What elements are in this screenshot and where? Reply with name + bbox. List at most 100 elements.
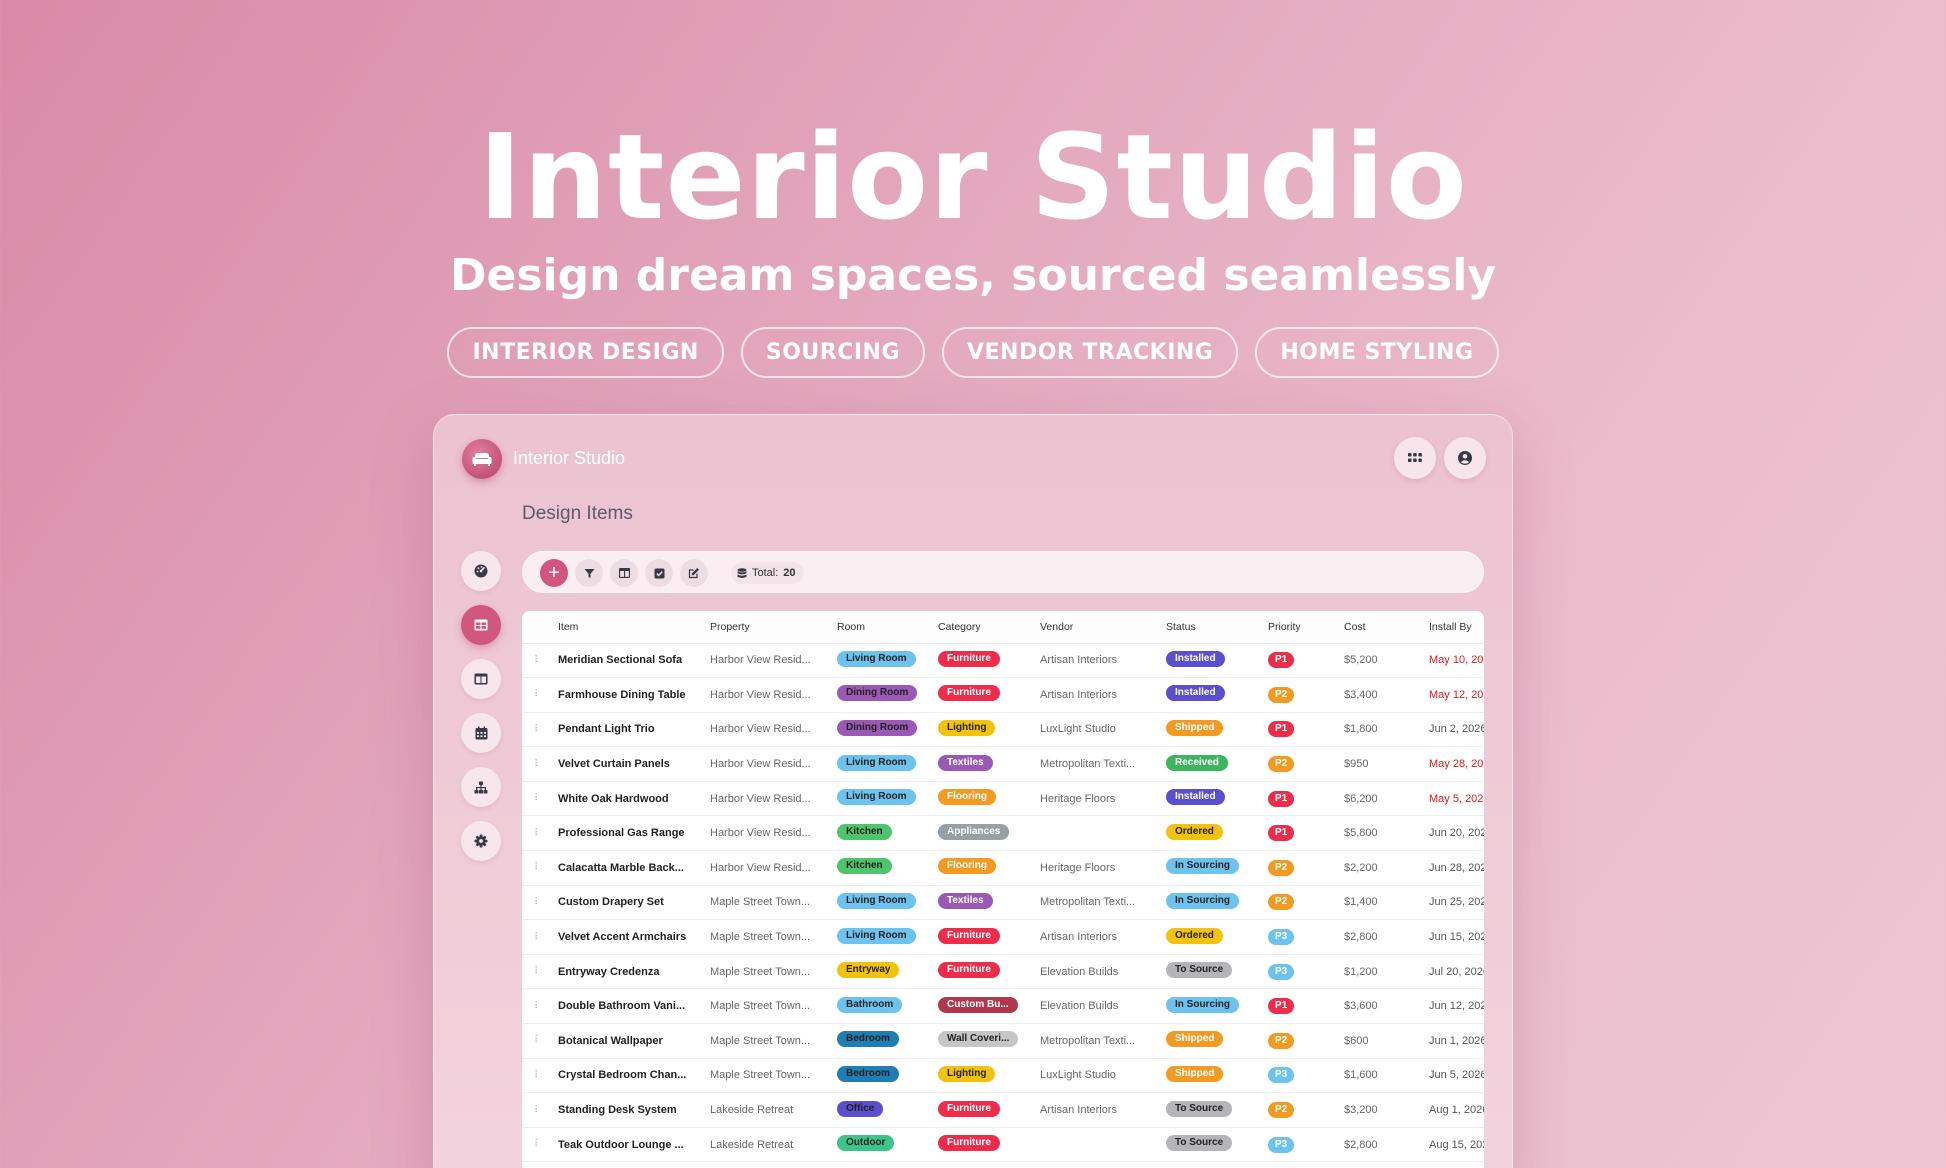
vendor-cell[interactable]: Artisan Interiors xyxy=(1032,643,1158,679)
category-cell[interactable]: Furniture xyxy=(930,677,1032,713)
drag-handle-icon[interactable]: ⠇ xyxy=(522,677,550,713)
column-header[interactable]: Install By xyxy=(1421,611,1484,644)
sidebar-item-settings[interactable] xyxy=(461,821,501,861)
property-cell[interactable]: Harbor View Resid... xyxy=(702,815,829,852)
cost-cell[interactable]: $3,200 xyxy=(1336,1092,1421,1128)
property-cell[interactable]: Maple Street Town... xyxy=(702,1023,829,1059)
category-cell[interactable]: Furniture xyxy=(930,1092,1032,1128)
vendor-cell[interactable]: Artisan Interiors xyxy=(1032,1092,1158,1128)
cost-cell[interactable]: $2,800 xyxy=(1336,919,1421,955)
install-by-cell[interactable]: Jul 20, 2026 xyxy=(1421,954,1484,990)
table-row[interactable]: ⠇ Crystal Bedroom Chan... Maple Street Tow… xyxy=(522,1058,1484,1094)
item-name-cell[interactable]: Entryway Credenza xyxy=(550,954,702,990)
property-cell[interactable]: Maple Street Town... xyxy=(702,1058,829,1094)
item-name-cell[interactable]: Standing Desk System xyxy=(550,1092,702,1128)
category-cell[interactable]: Furniture xyxy=(930,954,1032,990)
vendor-cell[interactable]: Heritage Floors xyxy=(1032,781,1158,817)
column-header[interactable]: Status xyxy=(1158,611,1260,644)
table-row[interactable]: ⠇ Entryway Credenza Maple Street Town... En… xyxy=(522,954,1484,990)
sidebar-item-table[interactable] xyxy=(461,605,501,645)
room-cell[interactable]: Dining Room xyxy=(829,677,930,713)
table-row[interactable]: ⠇ Pendant Light Trio Harbor View Resid... D… xyxy=(522,712,1484,748)
drag-handle-icon[interactable]: ⠇ xyxy=(522,1127,550,1163)
property-cell[interactable]: Maple Street Town... xyxy=(702,919,829,955)
install-by-cell[interactable]: Aug 1, 2026 xyxy=(1421,1092,1484,1128)
app-logo[interactable] xyxy=(462,439,502,479)
status-cell[interactable]: Shipped xyxy=(1158,1058,1260,1094)
item-name-cell[interactable]: Calacatta Marble Back... xyxy=(550,850,702,886)
table-row[interactable]: ⠇ Meridian Sectional Sofa Harbor View Resi… xyxy=(522,643,1484,679)
property-cell[interactable]: Lakeside Retreat xyxy=(702,1092,829,1128)
priority-cell[interactable]: P3 xyxy=(1260,919,1336,955)
install-by-cell[interactable]: Jun 25, 2026 xyxy=(1421,885,1484,921)
cost-cell[interactable]: $5,200 xyxy=(1336,643,1421,679)
sidebar-item-hierarchy[interactable] xyxy=(461,767,501,807)
item-name-cell[interactable]: Velvet Curtain Panels xyxy=(550,746,702,782)
property-cell[interactable]: Lakeside Retreat xyxy=(702,1127,829,1163)
status-cell[interactable]: Ordered xyxy=(1158,815,1260,852)
drag-handle-icon[interactable]: ⠇ xyxy=(522,885,550,921)
cost-cell[interactable]: $1,200 xyxy=(1336,954,1421,990)
category-cell[interactable]: Textiles xyxy=(930,746,1032,782)
room-cell[interactable]: Living Room xyxy=(829,781,930,817)
cost-cell[interactable]: $2,800 xyxy=(1336,1127,1421,1163)
cost-cell[interactable]: $2,200 xyxy=(1336,850,1421,886)
edit-button[interactable] xyxy=(680,559,708,587)
room-cell[interactable]: Office xyxy=(829,1092,930,1128)
priority-cell[interactable]: P2 xyxy=(1260,850,1336,886)
install-by-cell[interactable]: Jun 15, 2026 xyxy=(1421,919,1484,955)
apps-grid-button[interactable] xyxy=(1394,437,1436,479)
table-row[interactable]: ⠇ Calacatta Marble Back... Harbor View Res… xyxy=(522,850,1484,886)
column-header[interactable]: Vendor xyxy=(1032,611,1158,644)
vendor-cell[interactable]: LuxLight Studio xyxy=(1032,712,1158,748)
column-header[interactable]: Property xyxy=(702,611,829,644)
priority-cell[interactable]: P1 xyxy=(1260,643,1336,679)
room-cell[interactable]: Living Room xyxy=(829,643,930,679)
sidebar-item-board[interactable] xyxy=(461,659,501,699)
category-cell[interactable]: Furniture xyxy=(930,643,1032,679)
item-name-cell[interactable]: Velvet Accent Armchairs xyxy=(550,919,702,955)
status-cell[interactable]: To Source xyxy=(1158,1127,1260,1163)
vendor-cell[interactable]: Artisan Interiors xyxy=(1032,677,1158,713)
room-cell[interactable]: Bedroom xyxy=(829,1058,930,1094)
property-cell[interactable]: Harbor View Resid... xyxy=(702,677,829,713)
category-cell[interactable]: Custom Bu... xyxy=(930,988,1032,1025)
priority-cell[interactable]: P3 xyxy=(1260,954,1336,990)
room-cell[interactable]: Outdoor xyxy=(829,1127,930,1163)
select-button[interactable] xyxy=(645,559,673,587)
cost-cell[interactable]: $6,200 xyxy=(1336,781,1421,817)
room-cell[interactable]: Dining Room xyxy=(829,712,930,748)
column-header[interactable]: Room xyxy=(829,611,930,644)
cost-cell[interactable]: $3,600 xyxy=(1336,988,1421,1025)
priority-cell[interactable]: P2 xyxy=(1260,677,1336,713)
room-cell[interactable]: Kitchen xyxy=(829,850,930,886)
drag-handle-icon[interactable]: ⠇ xyxy=(522,643,550,679)
category-cell[interactable]: Furniture xyxy=(930,919,1032,955)
drag-handle-icon[interactable]: ⠇ xyxy=(522,919,550,955)
cost-cell[interactable]: $1,600 xyxy=(1336,1058,1421,1094)
table-row[interactable]: ⠇ Velvet Accent Armchairs Maple Street Tow… xyxy=(522,919,1484,955)
table-row[interactable]: ⠇ White Oak Hardwood Harbor View Resid... L… xyxy=(522,781,1484,817)
sidebar-item-calendar[interactable] xyxy=(461,713,501,753)
priority-cell[interactable]: P2 xyxy=(1260,885,1336,921)
drag-handle-icon[interactable]: ⠇ xyxy=(522,954,550,990)
drag-handle-icon[interactable]: ⠇ xyxy=(522,988,550,1025)
table-row[interactable]: ⠇ Custom Drapery Set Maple Street Town... L… xyxy=(522,885,1484,921)
cost-cell[interactable]: $5,800 xyxy=(1336,815,1421,852)
item-name-cell[interactable]: Meridian Sectional Sofa xyxy=(550,643,702,679)
vendor-cell[interactable]: Metropolitan Texti... xyxy=(1032,1023,1158,1059)
install-by-cell[interactable]: Jun 28, 2026 xyxy=(1421,850,1484,886)
status-cell[interactable]: In Sourcing xyxy=(1158,988,1260,1025)
table-row[interactable]: ⠇ Professional Gas Range Harbor View Resid… xyxy=(522,815,1484,852)
status-cell[interactable]: To Source xyxy=(1158,1092,1260,1128)
property-cell[interactable]: Harbor View Resid... xyxy=(702,643,829,679)
status-cell[interactable]: Installed xyxy=(1158,781,1260,817)
category-cell[interactable]: Lighting xyxy=(930,1058,1032,1094)
cost-cell[interactable]: $950 xyxy=(1336,746,1421,782)
vendor-cell[interactable] xyxy=(1032,815,1158,852)
category-cell[interactable]: Wall Coveri... xyxy=(930,1023,1032,1059)
room-cell[interactable]: Kitchen xyxy=(829,815,930,852)
vendor-cell[interactable]: Elevation Builds xyxy=(1032,954,1158,990)
drag-handle-icon[interactable]: ⠇ xyxy=(522,1058,550,1094)
status-cell[interactable]: Installed xyxy=(1158,677,1260,713)
